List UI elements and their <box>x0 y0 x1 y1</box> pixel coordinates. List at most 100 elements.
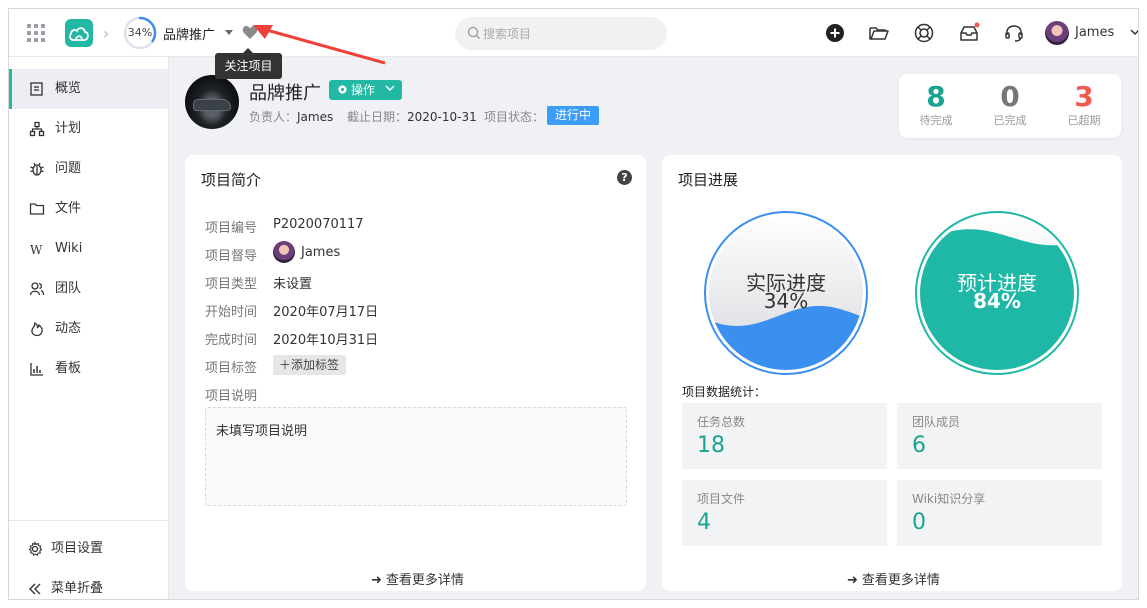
description-text: 未填写项目说明 <box>216 424 308 439</box>
chevron-right-icon: › <box>103 24 110 43</box>
gear-icon <box>28 541 43 556</box>
stats-title: 项目数据统计： <box>682 385 767 399</box>
avatar[interactable] <box>1045 21 1069 45</box>
field-value-type: 未设置 <box>273 277 313 292</box>
plus-icon: ＋ <box>279 358 292 372</box>
top-bar: › 34% 品牌推广 搜索项目 James <box>9 9 1138 57</box>
arrow-right-icon: ➜ <box>847 573 858 588</box>
stat-done-label: 已完成 <box>993 114 1027 127</box>
caret-down-icon[interactable] <box>225 30 233 35</box>
project-intro-card: 项目简介 ? 项目编号 P2020070117 项目督导 James 项目类型 … <box>185 155 646 591</box>
tile-value: 6 <box>912 433 926 458</box>
sidebar-item-wiki[interactable]: W Wiki <box>9 229 168 269</box>
sidebar-item-label: 看板 <box>55 361 82 376</box>
stat-overdue-label: 已超期 <box>1067 114 1101 127</box>
sidebar-item-plan[interactable]: 计划 <box>9 109 168 149</box>
owner-value: James <box>297 110 334 124</box>
user-name[interactable]: James <box>1075 25 1114 40</box>
field-label-end: 完成时间 <box>205 333 258 348</box>
tile-label: 团队成员 <box>912 415 961 429</box>
wiki-icon: W <box>30 243 43 257</box>
apps-grid-icon[interactable] <box>27 24 45 42</box>
help-icon[interactable]: ? <box>617 170 632 185</box>
overview-icon <box>30 82 43 96</box>
cloud-logo-icon[interactable] <box>65 19 93 47</box>
arrow-right-icon: ➜ <box>371 573 382 588</box>
folder-icon <box>29 203 45 215</box>
tile-wiki-shares[interactable]: Wiki知识分享 0 <box>897 480 1102 546</box>
sidebar-item-label: 团队 <box>55 281 82 296</box>
stat-overdue-number: 3 <box>1074 80 1094 113</box>
search-input[interactable] <box>483 24 653 43</box>
planned-progress-value: 84% <box>973 289 1021 313</box>
stat-pending-label: 待完成 <box>919 114 953 127</box>
field-label-description: 项目说明 <box>205 389 258 404</box>
field-value-supervisor: James <box>301 245 341 260</box>
lifebuoy-icon[interactable] <box>913 22 935 44</box>
status-meta: 项目状态： <box>484 108 544 125</box>
stat-pending[interactable]: 8 待完成 <box>899 80 973 128</box>
sidebar-item-label: 文件 <box>55 201 82 216</box>
stat-done[interactable]: 0 已完成 <box>973 80 1047 128</box>
tile-value: 18 <box>697 433 725 458</box>
sidebar-item-board[interactable]: 看板 <box>9 349 168 389</box>
tile-label: 项目文件 <box>697 492 746 506</box>
actions-button-label: 操作 <box>351 83 376 97</box>
svg-text:W: W <box>30 243 43 257</box>
project-settings-button[interactable]: 项目设置 <box>9 529 168 569</box>
intro-more-link[interactable]: ➜ 查看更多详情 <box>371 569 464 588</box>
planned-progress-gauge: 预计进度 84% <box>915 211 1079 375</box>
headset-icon[interactable] <box>1003 22 1025 44</box>
field-label-supervisor: 项目督导 <box>205 249 258 264</box>
project-progress-ring: 34% <box>123 16 157 50</box>
tile-total-tasks[interactable]: 任务总数 18 <box>682 403 887 469</box>
team-icon <box>29 282 45 296</box>
progress-card-title: 项目进展 <box>678 171 739 189</box>
intro-card-title: 项目简介 <box>201 171 262 189</box>
field-label-tags: 项目标签 <box>205 361 258 376</box>
inbox-icon[interactable] <box>958 22 980 44</box>
activity-icon <box>31 321 43 337</box>
deadline-value: 2020-10-31 <box>407 110 477 124</box>
sidebar-item-issues[interactable]: 问题 <box>9 149 168 189</box>
deadline-label: 截止日期： <box>347 110 408 124</box>
sidebar-item-files[interactable]: 文件 <box>9 189 168 229</box>
sidebar-item-activity[interactable]: 动态 <box>9 309 168 349</box>
tile-project-files[interactable]: 项目文件 4 <box>682 480 887 546</box>
add-tag-label: 添加标签 <box>291 358 340 372</box>
search-box[interactable] <box>455 17 667 50</box>
plus-circle-icon[interactable] <box>824 22 846 44</box>
project-progress-card: 项目进展 实际进度 34% 预计进度 84% 项目数据统计： 任务总数 18 团… <box>662 155 1122 591</box>
collapse-menu-label: 菜单折叠 <box>51 581 104 596</box>
collapse-menu-button[interactable]: 菜单折叠 <box>9 569 168 599</box>
search-icon <box>467 26 480 39</box>
owner-meta: 负责人：James <box>249 108 333 125</box>
page-title: 品牌推广 <box>249 83 321 104</box>
progress-more-label: 查看更多详情 <box>861 573 940 588</box>
status-label: 项目状态： <box>484 110 545 124</box>
sidebar: 概览 计划 问题 文件 W Wiki 团队 动态 看板 项目设置 菜单折叠 <box>9 57 169 599</box>
status-badge: 进行中 <box>547 106 599 125</box>
description-box[interactable]: 未填写项目说明 <box>205 407 627 506</box>
task-stats-card: 8 待完成 0 已完成 3 已超期 <box>899 74 1121 138</box>
stat-overdue[interactable]: 3 已超期 <box>1047 80 1121 128</box>
folder-open-icon[interactable] <box>868 22 890 44</box>
tile-team-members[interactable]: 团队成员 6 <box>897 403 1102 469</box>
chevron-down-icon[interactable] <box>1129 26 1139 38</box>
project-switcher[interactable]: 品牌推广 <box>163 24 215 43</box>
annotation-arrow-icon <box>253 25 386 65</box>
actual-progress-value: 34% <box>763 289 809 313</box>
avatar <box>273 241 295 263</box>
sidebar-item-team[interactable]: 团队 <box>9 269 168 309</box>
actions-dropdown-button[interactable]: 操作 <box>329 80 402 100</box>
project-avatar <box>185 75 239 129</box>
field-label-type: 项目类型 <box>205 277 258 292</box>
sidebar-item-overview[interactable]: 概览 <box>9 69 168 109</box>
double-chevron-left-icon <box>29 583 41 595</box>
tile-value: 0 <box>912 510 926 535</box>
field-value-code: P2020070117 <box>273 217 364 232</box>
progress-more-link[interactable]: ➜ 查看更多详情 <box>847 569 940 588</box>
add-tag-button[interactable]: ＋添加标签 <box>273 355 346 375</box>
field-label-start: 开始时间 <box>205 305 258 320</box>
field-label-code: 项目编号 <box>205 221 258 236</box>
